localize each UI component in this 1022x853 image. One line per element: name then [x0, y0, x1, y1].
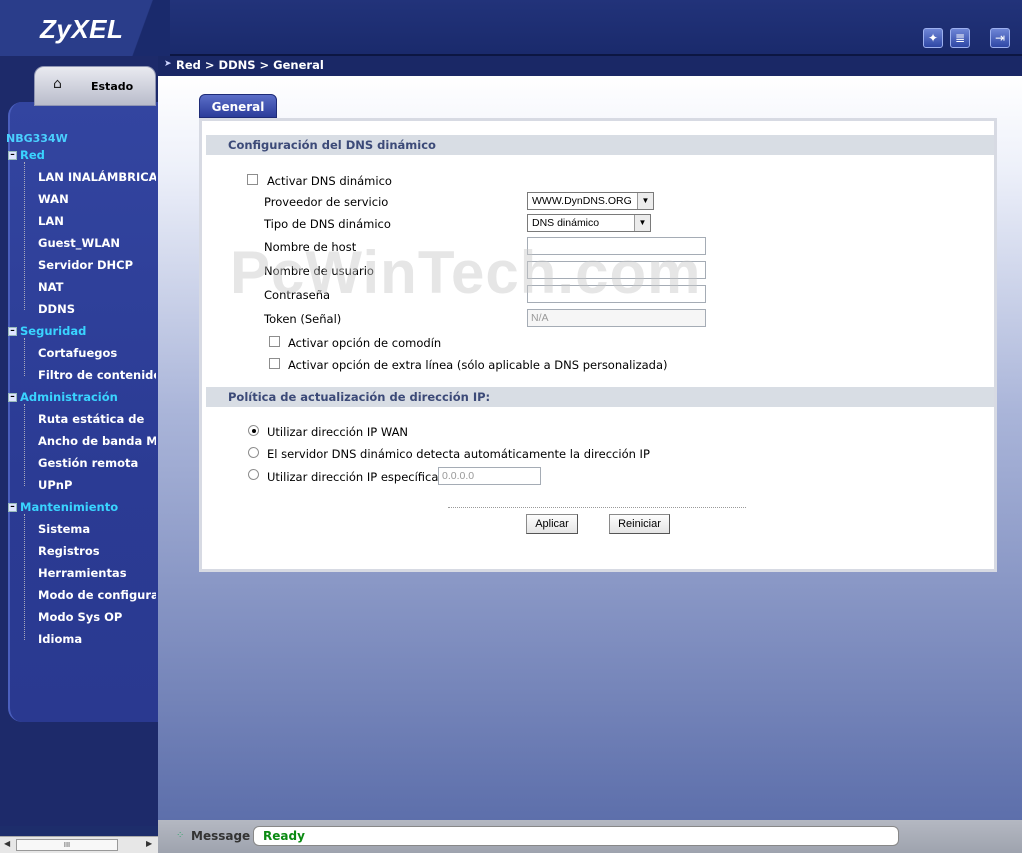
- tree-line: [24, 404, 25, 486]
- collapse-icon[interactable]: –: [8, 393, 17, 402]
- reset-button[interactable]: Reiniciar: [609, 514, 670, 534]
- extra-line-checkbox[interactable]: [269, 358, 280, 369]
- tree-line: [24, 338, 25, 376]
- auto-detect-ip-label: El servidor DNS dinámico detecta automát…: [267, 447, 650, 461]
- wizard-icon[interactable]: ✦: [923, 28, 943, 48]
- tab-general[interactable]: General: [199, 94, 277, 118]
- auto-detect-ip-radio[interactable]: [248, 447, 259, 458]
- sidebar-horizontal-scrollbar[interactable]: ◀ III ▶: [0, 836, 158, 853]
- password-label: Contraseña: [264, 288, 331, 302]
- username-label: Nombre de usuario: [264, 264, 374, 278]
- sidebar-item-content-filter[interactable]: Filtro de contenido: [38, 368, 156, 382]
- device-model: NBG334W: [6, 132, 68, 145]
- chevron-down-icon[interactable]: ▼: [637, 193, 653, 209]
- sidebar-item-wan[interactable]: WAN: [38, 192, 156, 206]
- specific-ip-radio[interactable]: [248, 469, 259, 480]
- enable-ddns-checkbox[interactable]: [247, 174, 258, 185]
- tree-line: [24, 162, 25, 310]
- sidebar-item-guest-wlan[interactable]: Guest_WLAN: [38, 236, 156, 250]
- apply-button[interactable]: Aplicar: [526, 514, 578, 534]
- sidebar-item-sys-op-mode[interactable]: Modo Sys OP: [38, 610, 156, 624]
- sidebar-item-language[interactable]: Idioma: [38, 632, 156, 646]
- collapse-icon[interactable]: –: [8, 151, 17, 160]
- router-icon: ⌂: [53, 76, 62, 92]
- wildcard-label: Activar opción de comodín: [288, 336, 442, 350]
- breadcrumb: ➤ Red > DDNS > General: [158, 56, 1022, 76]
- collapse-icon[interactable]: –: [8, 327, 17, 336]
- status-message: Ready: [253, 826, 899, 846]
- status-bar: ⁘ Message Ready: [158, 820, 1022, 853]
- scroll-thumb[interactable]: III: [16, 839, 118, 851]
- tree-line: [24, 514, 25, 640]
- sidebar-item-remote-mgmt[interactable]: Gestión remota: [38, 456, 156, 470]
- provider-select[interactable]: WWW.DynDNS.ORG ▼: [527, 192, 654, 210]
- status-tab[interactable]: ⌂ Estado: [34, 66, 156, 106]
- sidebar-item-logs[interactable]: Registros: [38, 544, 156, 558]
- logout-icon[interactable]: ⇥: [990, 28, 1010, 48]
- ddns-panel: Configuración del DNS dinámico Activar D…: [199, 118, 997, 572]
- notepad-icon[interactable]: ≣: [950, 28, 970, 48]
- use-wan-ip-radio[interactable]: [248, 425, 259, 436]
- specific-ip-input[interactable]: 0.0.0.0: [438, 467, 541, 485]
- specific-ip-label: Utilizar dirección IP específica: [267, 470, 439, 484]
- top-header: ZyXEL ✦ ≣ ⇥: [0, 0, 1022, 56]
- sidebar-item-static-route[interactable]: Ruta estática de: [38, 412, 156, 426]
- sidebar-item-bandwidth[interactable]: Ancho de banda M: [38, 434, 156, 448]
- sidebar-item-system[interactable]: Sistema: [38, 522, 156, 536]
- sidebar-item-tools[interactable]: Herramientas: [38, 566, 156, 580]
- use-wan-ip-label: Utilizar dirección IP WAN: [267, 425, 409, 439]
- sidebar-item-config-mode[interactable]: Modo de configura: [38, 588, 156, 602]
- token-input[interactable]: N/A: [527, 309, 706, 327]
- extra-line-label: Activar opción de extra línea (sólo apli…: [288, 358, 668, 372]
- provider-label: Proveedor de servicio: [264, 195, 389, 209]
- hostname-input[interactable]: [527, 237, 706, 255]
- nav-section-maintenance[interactable]: – Mantenimiento: [8, 500, 118, 514]
- hostname-label: Nombre de host: [264, 240, 357, 254]
- collapse-icon[interactable]: –: [8, 503, 17, 512]
- token-label: Token (Señal): [264, 312, 342, 326]
- nav-section-red[interactable]: – Red: [8, 148, 45, 162]
- ddns-type-label: Tipo de DNS dinámico: [264, 217, 391, 231]
- status-label: Message: [191, 829, 251, 843]
- breadcrumb-text: Red > DDNS > General: [176, 58, 324, 72]
- username-input[interactable]: [527, 261, 706, 279]
- enable-ddns-label: Activar DNS dinámico: [267, 174, 392, 188]
- sidebar-item-nat[interactable]: NAT: [38, 280, 156, 294]
- divider: [448, 507, 746, 508]
- password-input[interactable]: [527, 285, 706, 303]
- ddns-type-select[interactable]: DNS dinámico ▼: [527, 214, 651, 232]
- sidebar-item-lan[interactable]: LAN: [38, 214, 156, 228]
- sidebar: ⌂ Estado NBG334W – Red LAN INALÁMBRICA WA…: [0, 56, 158, 826]
- nav-section-administration[interactable]: – Administración: [8, 390, 118, 404]
- nav-section-security[interactable]: – Seguridad: [8, 324, 86, 338]
- zyxel-logo: ZyXEL: [40, 14, 124, 44]
- breadcrumb-arrow-icon: ➤: [164, 59, 172, 69]
- sidebar-item-upnp[interactable]: UPnP: [38, 478, 156, 492]
- sidebar-item-wireless-lan[interactable]: LAN INALÁMBRICA: [38, 170, 156, 184]
- status-dots-icon: ⁘: [176, 830, 185, 841]
- ip-policy-section-header: Política de actualización de dirección I…: [206, 387, 994, 407]
- sidebar-item-dhcp-server[interactable]: Servidor DHCP: [38, 258, 156, 272]
- scroll-right-icon[interactable]: ▶: [146, 839, 152, 848]
- scroll-left-icon[interactable]: ◀: [4, 839, 10, 848]
- wildcard-checkbox[interactable]: [269, 336, 280, 347]
- ddns-section-header: Configuración del DNS dinámico: [206, 135, 994, 155]
- chevron-down-icon[interactable]: ▼: [634, 215, 650, 231]
- sidebar-item-ddns[interactable]: DDNS: [38, 302, 156, 316]
- status-tab-label: Estado: [91, 80, 134, 93]
- sidebar-item-firewall[interactable]: Cortafuegos: [38, 346, 156, 360]
